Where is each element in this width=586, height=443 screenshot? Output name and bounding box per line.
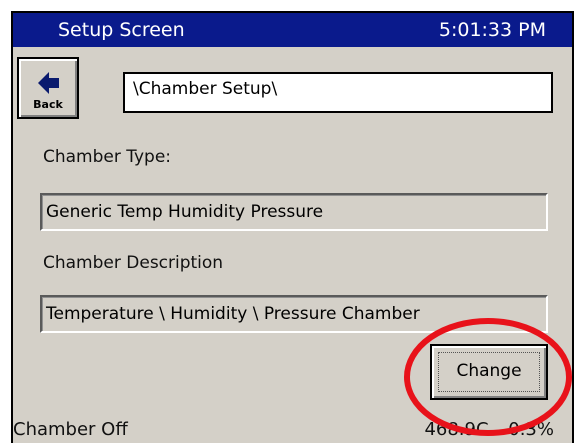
- chamber-description-field: Temperature \ Humidity \ Pressure Chambe…: [40, 295, 548, 333]
- chamber-readout: 468.9C 0.3%: [424, 419, 554, 440]
- setup-screen-window: Setup Screen 5:01:33 PM Back \Chamber Se…: [11, 11, 574, 443]
- change-button[interactable]: Change: [430, 344, 548, 400]
- chamber-type-field: Generic Temp Humidity Pressure: [40, 193, 548, 231]
- clock: 5:01:33 PM: [438, 19, 546, 41]
- title-bar: Setup Screen 5:01:33 PM: [13, 13, 572, 47]
- screen-title: Setup Screen: [58, 19, 185, 41]
- back-button[interactable]: Back: [17, 57, 79, 119]
- left-arrow-icon: [38, 72, 59, 94]
- back-button-label: Back: [33, 98, 63, 111]
- chamber-status: Chamber Off: [13, 419, 128, 440]
- path-field[interactable]: \Chamber Setup\: [123, 72, 553, 113]
- chamber-description-label: Chamber Description: [43, 253, 224, 273]
- chamber-type-label: Chamber Type:: [43, 147, 172, 167]
- focus-rectangle: [438, 352, 540, 392]
